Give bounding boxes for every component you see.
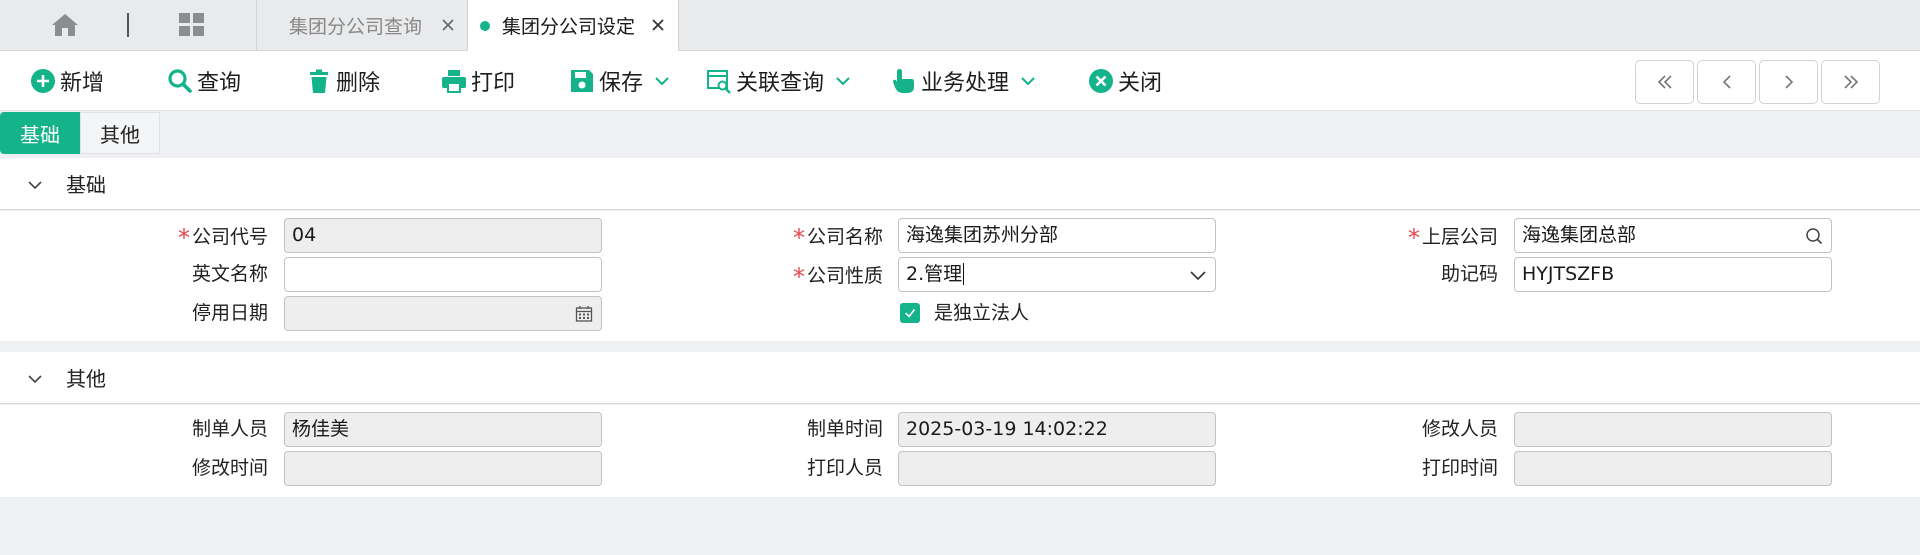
checkmark-icon (905, 309, 916, 318)
search-icon[interactable] (1805, 227, 1823, 245)
business-process-button[interactable]: 业务处理 (891, 63, 1037, 99)
related-query-label: 关联查询 (736, 71, 825, 96)
modify-time-label: 修改时间 (191, 457, 268, 479)
required-mark: * (792, 224, 805, 252)
chevron-down-icon[interactable] (26, 176, 44, 194)
apps-grid-icon[interactable] (178, 12, 206, 38)
disable-date-field[interactable] (284, 296, 602, 331)
chevron-down-icon[interactable] (1019, 72, 1037, 90)
delete-label: 删除 (336, 71, 381, 96)
modify-time-field[interactable] (284, 451, 602, 486)
print-time-label: 打印时间 (1421, 457, 1498, 479)
company-name-field[interactable]: 海逸集团苏州分部 (898, 218, 1216, 253)
independent-legal-label: 是独立法人 (934, 302, 1030, 324)
print-time-field[interactable] (1514, 451, 1832, 486)
print-button[interactable]: 打印 (441, 63, 515, 99)
parent-company-field[interactable]: 海逸集团总部 (1514, 218, 1832, 253)
query-button[interactable]: 查询 (167, 63, 241, 99)
company-nature-value: 2.管理 (906, 263, 963, 285)
close-button[interactable]: 关闭 (1088, 63, 1162, 99)
add-button[interactable]: 新增 (30, 63, 104, 99)
parent-company-label: * 上层公司 (1407, 224, 1498, 252)
required-mark: * (792, 263, 805, 291)
printer-label: 打印人员 (806, 457, 883, 479)
independent-legal-checkbox[interactable] (900, 303, 920, 323)
plus-circle-icon (31, 69, 55, 93)
parent-company-value: 海逸集团总部 (1522, 224, 1637, 246)
subtab-other[interactable]: 其他 (80, 112, 160, 154)
close-circle-icon (1089, 69, 1113, 93)
hand-pointer-icon (893, 69, 914, 93)
tab-company-setting[interactable]: 集团分公司设定 (467, 0, 679, 51)
company-nature-label: * 公司性质 (792, 263, 883, 291)
trash-icon (310, 69, 328, 93)
modifier-field[interactable] (1514, 412, 1832, 447)
first-record-button[interactable] (1635, 60, 1694, 104)
english-name-field[interactable] (284, 257, 602, 292)
printer-icon (442, 70, 466, 93)
chevron-down-icon[interactable] (653, 72, 671, 90)
next-record-button[interactable] (1759, 60, 1818, 104)
modifier-label: 修改人员 (1421, 418, 1498, 440)
english-name-label: 英文名称 (191, 263, 268, 285)
add-label: 新增 (60, 71, 105, 96)
business-process-label: 业务处理 (921, 71, 1010, 96)
window-search-icon (707, 70, 731, 94)
chevron-down-icon[interactable] (1189, 266, 1207, 284)
tab-label: 集团分公司设定 (502, 16, 636, 38)
creator-field[interactable]: 杨佳美 (284, 412, 602, 447)
delete-button[interactable]: 删除 (306, 63, 380, 99)
disable-date-label: 停用日期 (191, 302, 268, 324)
divider (127, 13, 129, 37)
calendar-icon[interactable] (575, 305, 593, 323)
save-button[interactable]: 保存 (569, 63, 671, 99)
last-record-button[interactable] (1821, 60, 1880, 104)
chevron-down-icon[interactable] (26, 370, 44, 388)
section-other-body: 制单人员 杨佳美 制单时间 2025-03-19 14:02:22 修改人员 修… (0, 405, 1920, 497)
close-label: 关闭 (1118, 71, 1163, 96)
close-icon[interactable] (650, 17, 666, 33)
tab-company-query[interactable]: 集团分公司查询 (256, 0, 468, 51)
tab-label: 集团分公司查询 (289, 16, 423, 38)
active-dot-icon (480, 20, 490, 31)
subtab-basic[interactable]: 基础 (0, 112, 80, 154)
subtab-bar: 基础 其他 (0, 112, 160, 154)
related-query-button[interactable]: 关联查询 (706, 63, 852, 99)
query-label: 查询 (197, 71, 242, 96)
toolbar: 新增 查询 删除 打印 保存 关联查询 业务处理 关闭 (0, 51, 1920, 111)
double-chevron-right-icon (1843, 75, 1858, 89)
create-time-label: 制单时间 (806, 418, 883, 440)
chevron-left-icon (1722, 75, 1731, 89)
search-icon (168, 69, 192, 93)
creator-label: 制单人员 (191, 418, 268, 440)
company-code-label: * 公司代号 (177, 224, 268, 252)
section-basic-header[interactable]: 基础 (0, 158, 1920, 210)
floppy-disk-icon (571, 70, 593, 92)
section-title: 其他 (66, 367, 106, 391)
double-chevron-left-icon (1657, 75, 1672, 89)
section-basic-body: * 公司代号 04 * 公司名称 海逸集团苏州分部 * 上层公司 海逸集团总部 英文名… (0, 211, 1920, 341)
save-label: 保存 (599, 71, 644, 96)
required-mark: * (1407, 224, 1420, 252)
section-title: 基础 (66, 173, 106, 197)
mnemonic-field[interactable]: HYJTSZFB (1514, 257, 1832, 292)
mnemonic-label: 助记码 (1440, 263, 1498, 285)
home-icon[interactable] (50, 12, 80, 38)
chevron-right-icon (1784, 75, 1793, 89)
tab-bar: 集团分公司查询 集团分公司设定 (0, 0, 1920, 51)
company-nature-select[interactable]: 2.管理 (898, 257, 1216, 292)
required-mark: * (177, 224, 190, 252)
print-label: 打印 (471, 71, 516, 96)
prev-record-button[interactable] (1697, 60, 1756, 104)
section-other-header[interactable]: 其他 (0, 352, 1920, 404)
chevron-down-icon[interactable] (834, 72, 852, 90)
company-code-field[interactable]: 04 (284, 218, 602, 253)
close-icon[interactable] (440, 17, 456, 33)
create-time-field[interactable]: 2025-03-19 14:02:22 (898, 412, 1216, 447)
company-name-label: * 公司名称 (792, 224, 883, 252)
printer-field[interactable] (898, 451, 1216, 486)
